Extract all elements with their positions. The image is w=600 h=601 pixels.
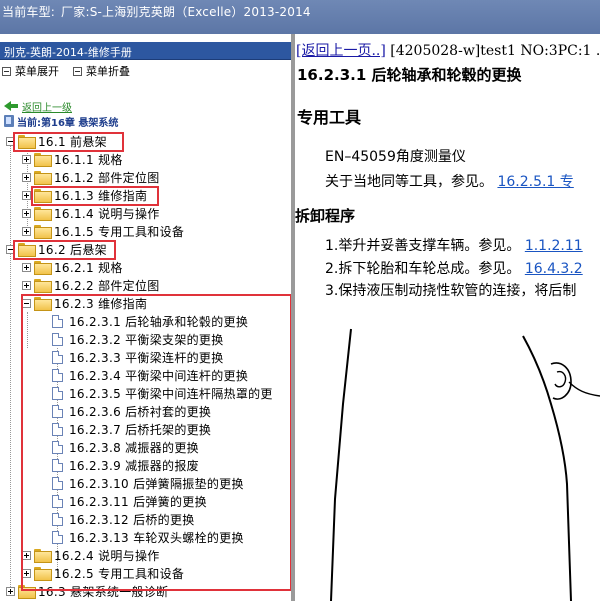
folder-icon <box>34 225 52 239</box>
expand-menu-label: 菜单展开 <box>15 65 59 78</box>
vehicle-label: 当前车型: <box>2 5 56 19</box>
vehicle-header: 当前车型: 厂家:S-上海别克英朗（Excelle）2013-2014 <box>0 0 600 34</box>
vehicle-name: 厂家:S-上海别克英朗（Excelle）2013-2014 <box>61 5 311 19</box>
expand-icon <box>2 66 11 76</box>
tree-item[interactable]: 16.1.4 说明与操作 <box>22 204 160 222</box>
tree-item[interactable]: 16.2.2 部件定位图 <box>22 276 160 294</box>
expand-toggle-icon[interactable] <box>22 280 31 290</box>
back-up-level[interactable]: 返回上一级 <box>4 99 72 114</box>
tree-item-label: 16.2.2 部件定位图 <box>54 278 160 293</box>
step-3-text: 3.保持液压制动挠性软管的连接，将后制 <box>325 283 577 299</box>
tree-item[interactable]: 16.2.1 规格 <box>22 258 123 276</box>
step-1-text: 1.举升并妥善支撑车辆。参见。 <box>325 238 521 254</box>
expand-toggle-icon[interactable] <box>6 586 15 596</box>
collapse-icon <box>73 66 82 76</box>
step-1-link[interactable]: 1.1.2.11 <box>525 238 583 254</box>
tool-line: EN–45059角度测量仪 <box>325 149 466 165</box>
step-2-link[interactable]: 16.4.3.2 <box>525 261 583 277</box>
book-icon <box>4 115 14 127</box>
breadcrumb: [返回上一页..] [4205028-w]test1 NO:3PC:1 .2 <box>296 40 600 60</box>
section-removal-heading: 拆卸程序 <box>295 207 356 225</box>
tree-item-label: 16.1.4 说明与操作 <box>54 206 160 221</box>
expand-menu-button[interactable]: 菜单展开 <box>2 64 59 78</box>
back-up-level-link[interactable]: 返回上一级 <box>22 99 72 114</box>
section-tools-heading: 专用工具 <box>297 108 362 127</box>
manual-title: 别克-英朗-2014-维修手册 <box>0 42 291 60</box>
page-title: 16.2.3.1 后轮轴承和轮毂的更换 <box>297 66 522 84</box>
sidebar: 别克-英朗-2014-维修手册 菜单展开 菜单折叠 返回上一级 当前:第16章 … <box>0 42 291 601</box>
step-1: 1.举升并妥善支撑车辆。参见。 1.1.2.11 <box>325 235 583 255</box>
tree-item-label: 16.1.1 规格 <box>54 152 123 167</box>
folder-icon <box>34 261 52 275</box>
tree-item-label: 16.1.2 部件定位图 <box>54 170 160 185</box>
expand-toggle-icon[interactable] <box>22 208 31 218</box>
folder-icon <box>34 207 52 221</box>
step-3: 3.保持液压制动挠性软管的连接，将后制 <box>325 280 576 300</box>
annotation-highlight-box <box>31 186 159 206</box>
folder-icon <box>34 279 52 293</box>
tool-ref-link[interactable]: 16.2.5.1 专 <box>497 174 573 190</box>
expand-toggle-icon[interactable] <box>22 190 31 200</box>
tree-item-label: 16.2.1 规格 <box>54 260 123 275</box>
collapse-menu-label: 菜单折叠 <box>86 65 130 78</box>
sidebar-toolbar: 菜单展开 菜单折叠 <box>0 60 291 82</box>
folder-icon <box>34 153 52 167</box>
current-chapter-label: 当前:第16章 悬架系统 <box>17 117 119 129</box>
expand-toggle-icon[interactable] <box>22 226 31 236</box>
folder-icon <box>34 171 52 185</box>
tool-ref: 关于当地同等工具，参见。 16.2.5.1 专 <box>325 171 574 191</box>
doc-ref: [4205028-w]test1 NO:3PC:1 .2 <box>390 43 600 59</box>
expand-toggle-icon[interactable] <box>22 262 31 272</box>
step-2: 2.拆下轮胎和车轮总成。参见。 16.4.3.2 <box>325 258 583 278</box>
back-page-link[interactable]: [返回上一页..] <box>296 43 386 59</box>
collapse-menu-button[interactable]: 菜单折叠 <box>73 64 130 78</box>
expand-toggle-icon[interactable] <box>22 172 31 182</box>
annotation-highlight-box <box>21 294 291 591</box>
content-pane: [返回上一页..] [4205028-w]test1 NO:3PC:1 .2 1… <box>295 34 600 601</box>
step-2-text: 2.拆下轮胎和车轮总成。参见。 <box>325 261 521 277</box>
annotation-highlight-box <box>13 240 116 260</box>
annotation-highlight-box <box>13 132 124 152</box>
tree-item[interactable]: 16.1.1 规格 <box>22 150 123 168</box>
back-arrow-icon <box>4 101 18 111</box>
tree-item[interactable]: 16.1.2 部件定位图 <box>22 168 160 186</box>
wheel-hub-illustration <box>330 328 600 601</box>
expand-toggle-icon[interactable] <box>22 154 31 164</box>
tree-connector <box>10 141 11 591</box>
tree-item-label: 16.1.5 专用工具和设备 <box>54 224 185 239</box>
tool-ref-text: 关于当地同等工具，参见。 <box>325 174 493 190</box>
current-chapter: 当前:第16章 悬架系统 <box>4 114 119 129</box>
tree-item[interactable]: 16.1.5 专用工具和设备 <box>22 222 184 240</box>
